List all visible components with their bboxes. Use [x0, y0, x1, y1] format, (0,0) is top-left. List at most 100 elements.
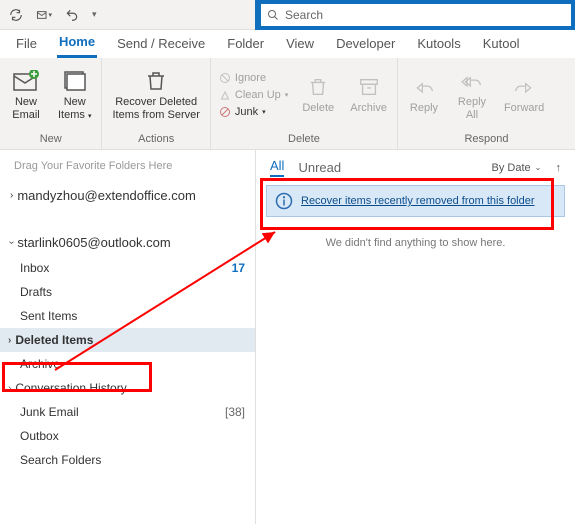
ribbon-group-respond: Reply Reply All Forward Respond	[398, 58, 575, 149]
ribbon-tabs: File Home Send / Receive Folder View Dev…	[0, 30, 575, 58]
ignore-label: Ignore	[235, 72, 266, 84]
send-receive-icon[interactable]: ▾	[36, 7, 52, 23]
archive-icon	[358, 74, 380, 100]
ribbon-group-actions-label: Actions	[102, 131, 209, 149]
forward-button[interactable]: Forward	[500, 72, 548, 116]
tab-developer[interactable]: Developer	[334, 32, 397, 57]
new-email-icon	[13, 68, 39, 94]
folder-conv-label: Conversation History	[15, 381, 126, 395]
chevron-right-icon: ›	[10, 190, 13, 201]
cleanup-button[interactable]: Clean Up ▾	[217, 88, 290, 102]
folder-junk[interactable]: Junk Email [38]	[0, 400, 255, 424]
cleanup-label: Clean Up	[235, 89, 281, 101]
recover-items-bar[interactable]: Recover items recently removed from this…	[266, 185, 565, 217]
filter-all[interactable]: All	[270, 158, 284, 177]
chevron-right-icon: ›	[8, 383, 11, 394]
folder-search-folders[interactable]: Search Folders	[0, 448, 255, 472]
tab-file[interactable]: File	[14, 32, 39, 57]
trash-recover-icon	[144, 68, 168, 94]
delete-icon	[307, 74, 329, 100]
new-items-icon	[62, 68, 88, 94]
undo-icon[interactable]	[64, 7, 80, 23]
folder-drafts-label: Drafts	[20, 285, 52, 299]
ribbon-group-actions: Recover Deleted Items from Server Action…	[102, 58, 210, 149]
new-items-label: New Items ▾	[58, 96, 91, 120]
reply-all-label: Reply All	[458, 96, 486, 120]
empty-message: We didn't find anything to show here.	[256, 217, 575, 269]
folder-sent[interactable]: Sent Items	[0, 304, 255, 328]
new-email-button[interactable]: New Email	[6, 66, 46, 122]
account-2-label: starlink0605@outlook.com	[17, 235, 170, 250]
folder-archive[interactable]: Archive	[0, 352, 255, 376]
ignore-button[interactable]: Ignore	[217, 71, 290, 85]
chevron-right-icon: ›	[8, 335, 11, 346]
junk-button[interactable]: Junk ▾	[217, 105, 290, 119]
reply-all-button[interactable]: Reply All	[452, 66, 492, 122]
ribbon-group-delete: Ignore Clean Up ▾ Junk ▾ Delete	[211, 58, 398, 149]
reply-all-icon	[460, 68, 484, 94]
account-2[interactable]: › starlink0605@outlook.com	[0, 229, 255, 256]
folder-outbox[interactable]: Outbox	[0, 424, 255, 448]
ribbon-group-delete-label: Delete	[211, 131, 397, 149]
sort-button[interactable]: By Date ⌄ ↑	[492, 162, 561, 174]
ribbon-group-new: New Email New Items ▾ New	[0, 58, 102, 149]
ribbon: New Email New Items ▾ New Recover Delete…	[0, 58, 575, 150]
ribbon-group-new-label: New	[0, 131, 101, 149]
tab-view[interactable]: View	[284, 32, 316, 57]
tab-folder[interactable]: Folder	[225, 32, 266, 57]
folder-deleted-items[interactable]: › Deleted Items	[0, 328, 255, 352]
folder-inbox-count: 17	[232, 261, 245, 275]
delete-button[interactable]: Delete	[298, 72, 338, 116]
tab-kutools2[interactable]: Kutool	[481, 32, 522, 57]
sort-label: By Date	[492, 162, 531, 174]
archive-label: Archive	[350, 102, 387, 114]
folder-inbox-label: Inbox	[20, 261, 49, 275]
chevron-down-icon: ›	[6, 241, 17, 244]
new-items-button[interactable]: New Items ▾	[54, 66, 95, 122]
folder-sent-label: Sent Items	[20, 309, 77, 323]
folder-pane: Drag Your Favorite Folders Here › mandyz…	[0, 150, 256, 524]
refresh-icon[interactable]	[8, 7, 24, 23]
folder-drafts[interactable]: Drafts	[0, 280, 255, 304]
reply-button[interactable]: Reply	[404, 72, 444, 116]
search-placeholder: Search	[285, 8, 323, 22]
tab-send-receive[interactable]: Send / Receive	[115, 32, 207, 57]
reply-label: Reply	[410, 102, 438, 114]
folder-search-label: Search Folders	[20, 453, 101, 467]
archive-button[interactable]: Archive	[346, 72, 391, 116]
folder-junk-count: [38]	[225, 405, 245, 419]
recover-deleted-button[interactable]: Recover Deleted Items from Server	[108, 66, 203, 122]
filter-unread[interactable]: Unread	[298, 160, 341, 175]
message-list-pane: All Unread By Date ⌄ ↑ Recover items rec…	[256, 150, 575, 524]
qat-more[interactable]: ▾	[92, 9, 97, 20]
forward-icon	[513, 74, 535, 100]
search-icon	[267, 9, 279, 21]
folder-inbox[interactable]: Inbox 17	[0, 256, 255, 280]
folder-archive-label: Archive	[20, 357, 60, 371]
chevron-down-icon: ⌄	[535, 163, 542, 172]
search-input[interactable]: Search	[261, 4, 571, 26]
qat: ▾ ▾	[0, 7, 105, 23]
recover-deleted-label: Recover Deleted Items from Server	[112, 96, 199, 120]
folder-junk-label: Junk Email	[20, 405, 79, 419]
forward-label: Forward	[504, 102, 544, 114]
recover-link[interactable]: Recover items recently removed from this…	[301, 195, 535, 207]
folder-conversation-history[interactable]: › Conversation History	[0, 376, 255, 400]
tab-home[interactable]: Home	[57, 30, 97, 58]
workspace: Drag Your Favorite Folders Here › mandyz…	[0, 150, 575, 524]
filter-bar: All Unread By Date ⌄ ↑	[256, 150, 575, 185]
info-icon	[275, 192, 293, 210]
account-1-label: mandyzhou@extendoffice.com	[17, 188, 195, 203]
new-email-label: New Email	[12, 96, 40, 120]
ribbon-group-respond-label: Respond	[398, 131, 575, 149]
titlebar: ▾ ▾ Search	[0, 0, 575, 30]
delete-label: Delete	[302, 102, 334, 114]
sort-asc-icon[interactable]: ↑	[556, 162, 562, 174]
account-1[interactable]: › mandyzhou@extendoffice.com	[0, 182, 255, 209]
search-container: Search	[255, 0, 575, 30]
folder-deleted-label: Deleted Items	[15, 333, 93, 347]
favorites-drop[interactable]: Drag Your Favorite Folders Here	[0, 150, 255, 182]
reply-icon	[413, 74, 435, 100]
junk-label: Junk	[235, 106, 258, 118]
tab-kutools[interactable]: Kutools	[415, 32, 462, 57]
